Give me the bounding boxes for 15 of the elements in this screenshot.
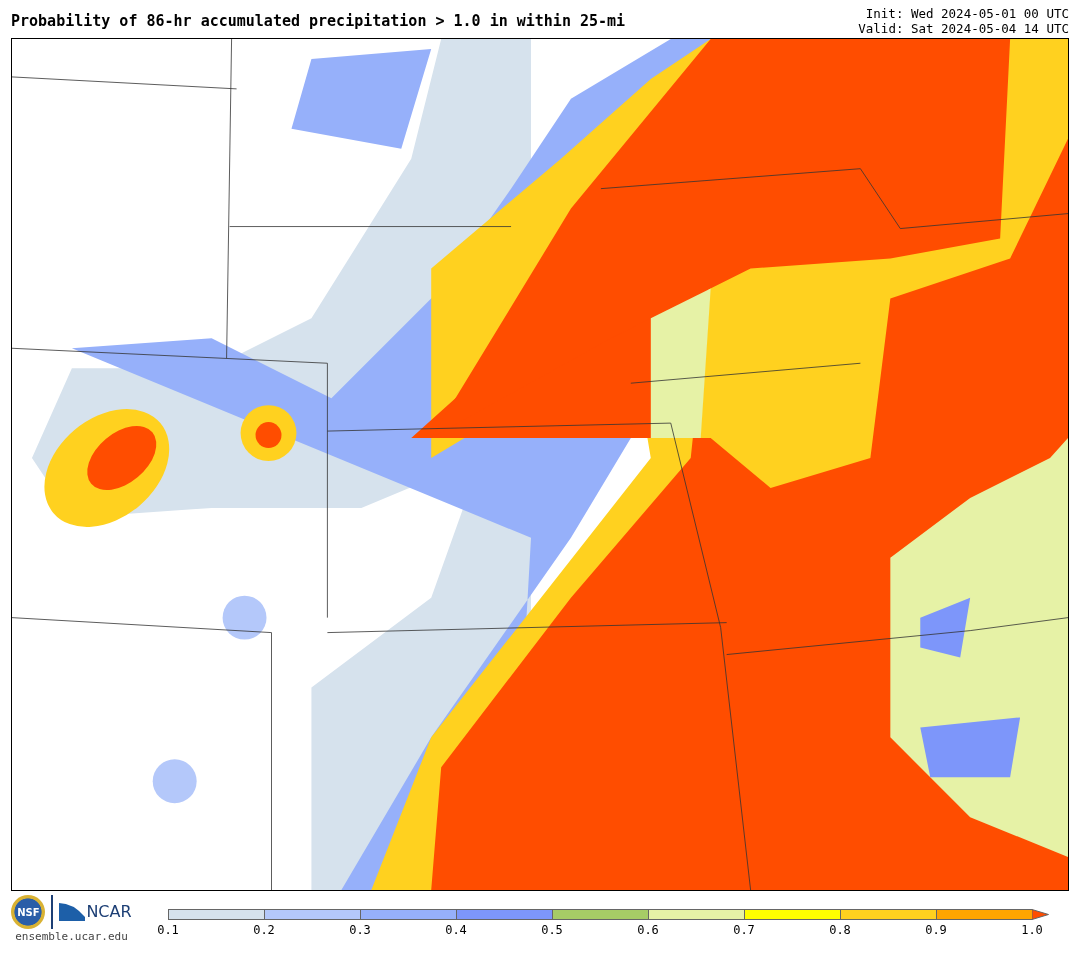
tick-label: 1.0 xyxy=(1020,923,1044,937)
valid-time: Valid: Sat 2024-05-04 14 UTC xyxy=(858,21,1069,36)
ncar-logo: NCAR xyxy=(59,903,132,921)
tick-label: 0.9 xyxy=(924,923,948,937)
nsf-logo: NSF xyxy=(11,895,46,929)
tick-label: 0.4 xyxy=(444,923,468,937)
tick-label: 0.6 xyxy=(636,923,660,937)
site-url: ensemble.ucar.edu xyxy=(15,930,128,943)
chart-title: Probability of 86-hr accumulated precipitation > 1.0 in within 25-mi xyxy=(11,12,626,30)
tick-label: 0.2 xyxy=(252,923,276,937)
tick-label: 0.7 xyxy=(732,923,756,937)
tick-label: 0.5 xyxy=(540,923,564,937)
tick-label: 0.8 xyxy=(828,923,852,937)
init-time: Init: Wed 2024-05-01 00 UTC xyxy=(865,6,1069,21)
tick-label: 0.3 xyxy=(348,923,372,937)
